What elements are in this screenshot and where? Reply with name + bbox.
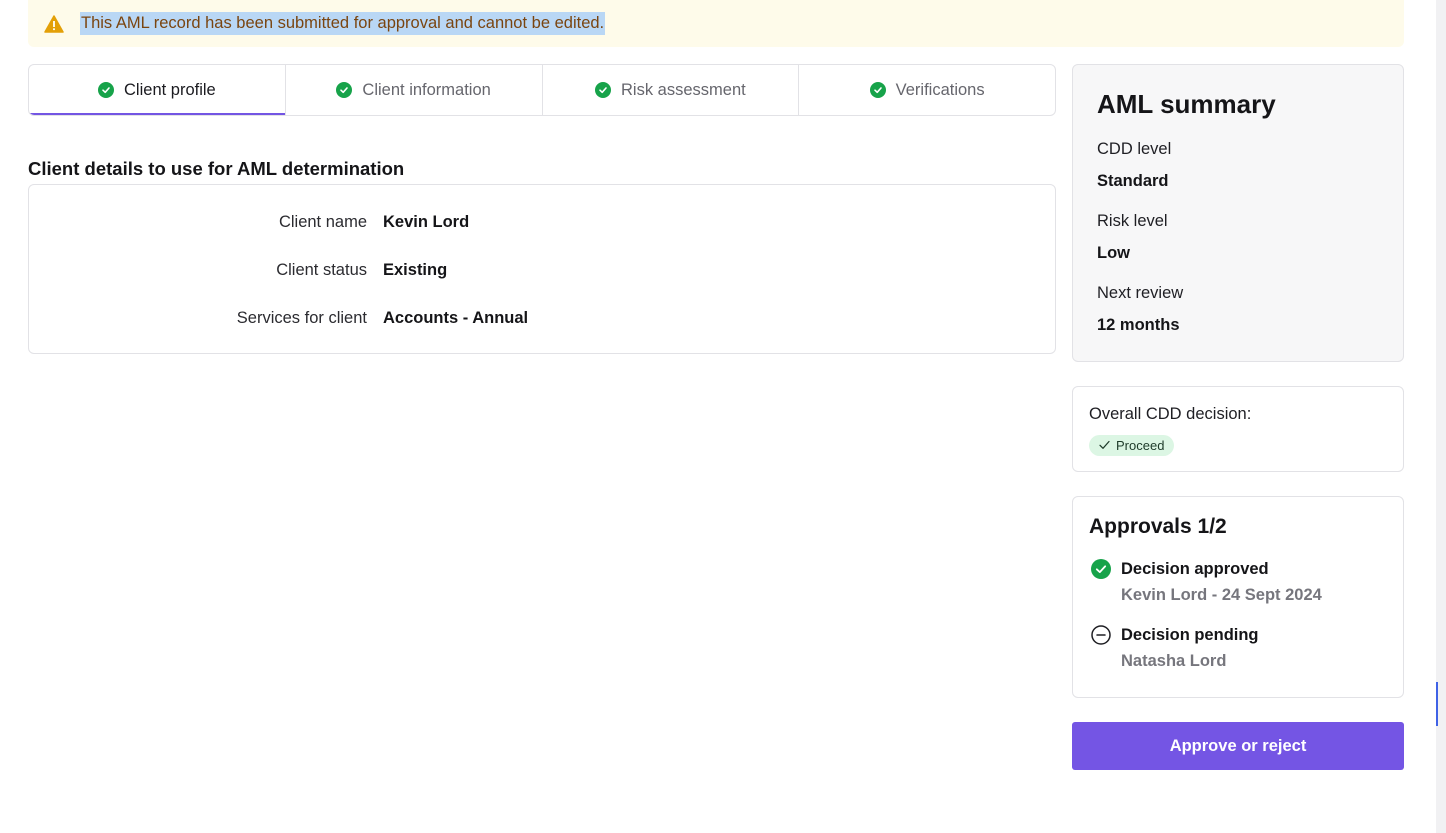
check-circle-icon bbox=[869, 82, 886, 98]
next-review-label: Next review bbox=[1097, 284, 1184, 302]
cdd-level-label: CDD level bbox=[1097, 140, 1172, 158]
section-title: Client details to use for AML determinat… bbox=[28, 158, 405, 179]
approve-or-reject-button[interactable]: Approve or reject bbox=[1072, 722, 1404, 770]
badge-label: Proceed bbox=[1116, 438, 1165, 453]
tab-client-information[interactable]: Client information bbox=[284, 65, 542, 115]
detail-value: Kevin Lord bbox=[383, 212, 470, 231]
check-circle-icon bbox=[595, 82, 612, 98]
detail-row-client-status: Client status Existing bbox=[29, 258, 1055, 282]
detail-row-services: Services for client Accounts - Annual bbox=[29, 306, 1055, 330]
approval-by: Kevin Lord - 24 Sept 2024 bbox=[1121, 586, 1322, 604]
approvals-card: Approvals 1/2 Decision approved Kevin Lo… bbox=[1072, 496, 1404, 698]
detail-label: Client status bbox=[276, 260, 367, 279]
tab-risk-assessment[interactable]: Risk assessment bbox=[541, 65, 799, 115]
risk-level-value: Low bbox=[1097, 244, 1130, 262]
cdd-level-value: Standard bbox=[1097, 172, 1169, 190]
aml-summary-title: AML summary bbox=[1097, 89, 1276, 119]
client-details-card: Client name Kevin Lord Client status Exi… bbox=[28, 184, 1056, 354]
banner-message: This AML record has been submitted for a… bbox=[80, 12, 606, 35]
detail-label: Client name bbox=[278, 212, 367, 231]
minus-circle-icon bbox=[1091, 625, 1111, 645]
cdd-decision-label: Overall CDD decision: bbox=[1089, 405, 1252, 423]
detail-value: Accounts - Annual bbox=[383, 308, 529, 327]
approval-status: Decision approved bbox=[1121, 560, 1269, 578]
check-circle-icon bbox=[1091, 559, 1111, 579]
approval-by: Natasha Lord bbox=[1121, 652, 1227, 670]
tab-label: Client profile bbox=[124, 80, 216, 99]
tab-client-profile[interactable]: Client profile bbox=[29, 65, 285, 115]
aml-summary-card: AML summary CDD level Standard Risk leve… bbox=[1072, 64, 1404, 362]
tab-verifications[interactable]: Verifications bbox=[798, 65, 1055, 115]
approval-status: Decision pending bbox=[1121, 626, 1259, 644]
approvals-title: Approvals 1/2 bbox=[1089, 515, 1227, 538]
warning-icon bbox=[44, 14, 64, 34]
checkmark-icon bbox=[1099, 438, 1110, 453]
check-circle-icon bbox=[98, 82, 115, 98]
detail-value: Existing bbox=[383, 260, 448, 279]
detail-label: Services for client bbox=[236, 308, 367, 327]
proceed-badge: Proceed bbox=[1089, 435, 1175, 456]
next-review-value: 12 months bbox=[1097, 316, 1180, 334]
step-tabs: Client profile Client information Risk a… bbox=[28, 64, 1056, 116]
tab-label: Risk assessment bbox=[621, 80, 746, 99]
check-circle-icon bbox=[336, 82, 353, 98]
read-only-banner: This AML record has been submitted for a… bbox=[28, 0, 1404, 47]
detail-row-client-name: Client name Kevin Lord bbox=[29, 210, 1055, 234]
tab-label: Verifications bbox=[895, 80, 985, 99]
tab-label: Client information bbox=[362, 80, 491, 99]
cdd-decision-card: Overall CDD decision: Proceed bbox=[1072, 386, 1404, 472]
scrollbar-thumb[interactable] bbox=[1436, 682, 1438, 726]
risk-level-label: Risk level bbox=[1097, 212, 1168, 230]
